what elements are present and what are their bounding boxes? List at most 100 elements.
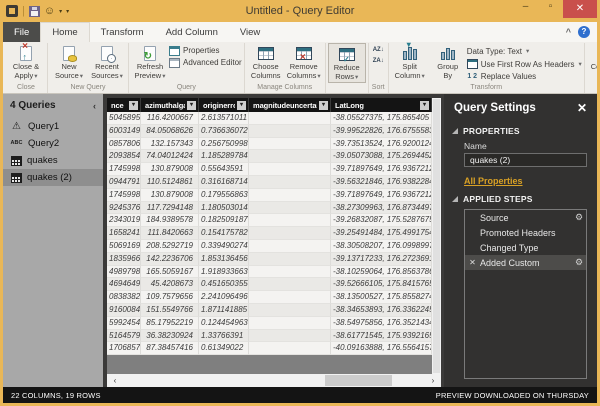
close-button[interactable]: ✕ (563, 0, 597, 18)
table-cell[interactable]: -39.05073088, 175.2694452 (331, 150, 432, 163)
table-cell[interactable]: 1745998 (107, 189, 141, 202)
table-cell[interactable]: -38.61771545, 175.9392165 (331, 330, 432, 343)
table-cell[interactable]: -38.10259064, 176.8563786 (331, 266, 432, 279)
choose-columns-button[interactable]: Choose Columns (247, 43, 285, 80)
table-row[interactable]: 1745998130.8790080.179556863-39.71897649… (107, 189, 432, 202)
table-cell[interactable] (249, 202, 331, 215)
applied-step-promoted-headers[interactable]: ✕Promoted Headers (465, 225, 586, 240)
table-cell[interactable]: 0.339490274 (199, 240, 249, 253)
table-cell[interactable]: 117.7294148 (141, 202, 199, 215)
table-row[interactable]: 5069169208.52927190.339490274-38.3050820… (107, 240, 432, 253)
table-cell[interactable]: 184.9389578 (141, 214, 199, 227)
table-cell[interactable]: 4694649 (107, 278, 141, 291)
table-cell[interactable]: 74.04012424 (141, 150, 199, 163)
table-cell[interactable] (249, 150, 331, 163)
table-cell[interactable]: 1835966 (107, 253, 141, 266)
table-cell[interactable]: -39.13717233, 176.2723691 (331, 253, 432, 266)
table-cell[interactable]: -39.52666105, 175.8415765 (331, 278, 432, 291)
table-cell[interactable] (249, 112, 331, 125)
table-cell[interactable]: 1.180503014 (199, 202, 249, 215)
help-icon[interactable]: ? (578, 26, 590, 38)
column-header-originerror[interactable]: originerror▾ (199, 98, 249, 112)
table-cell[interactable]: -39.99522826, 176.6755583 (331, 125, 432, 138)
table-cell[interactable] (249, 189, 331, 202)
save-icon[interactable] (29, 6, 40, 17)
table-cell[interactable]: 0.61349022 (199, 342, 249, 355)
table-cell[interactable]: 110.5124861 (141, 176, 199, 189)
table-cell[interactable] (249, 227, 331, 240)
new-source-button[interactable]: New Source (50, 43, 88, 81)
table-cell[interactable]: 109.7579656 (141, 291, 199, 304)
collapse-ribbon-icon[interactable]: ^ (566, 27, 571, 37)
sidebar-item-query2[interactable]: ABCQuery2 (3, 135, 103, 152)
tab-file[interactable]: File (3, 22, 40, 42)
table-cell[interactable]: 1.185289784 (199, 150, 249, 163)
maximize-button[interactable]: ▫ (538, 0, 563, 15)
table-row[interactable]: 600314984.050686260.736636072-39.9952282… (107, 125, 432, 138)
properties-button[interactable]: Properties (169, 45, 242, 56)
table-cell[interactable]: 2.613571011 (199, 112, 249, 125)
table-cell[interactable]: -38.05527375, 175.865405 (331, 112, 432, 125)
sidebar-item-quakes-2-[interactable]: quakes (2) (3, 169, 103, 186)
minimize-button[interactable]: – (513, 0, 538, 15)
table-cell[interactable]: 0.154175782 (199, 227, 249, 240)
table-cell[interactable]: 116.4200667 (141, 112, 199, 125)
table-row[interactable]: 209385474.040124241.185289784-39.0507308… (107, 150, 432, 163)
column-header-magnitudeuncertainty[interactable]: magnitudeuncertainty▾ (249, 98, 331, 112)
applied-step-changed-type[interactable]: ✕Changed Type (465, 240, 586, 255)
step-settings-gear-icon[interactable]: ⚙ (572, 212, 586, 223)
table-cell[interactable]: 1658241 (107, 227, 141, 240)
table-cell[interactable]: 1.33766391 (199, 330, 249, 343)
table-cell[interactable]: 132.157343 (141, 138, 199, 151)
table-cell[interactable]: 0.451650355 (199, 278, 249, 291)
table-cell[interactable]: 1.871141885 (199, 304, 249, 317)
table-cell[interactable]: 1.853136456 (199, 253, 249, 266)
table-cell[interactable]: -40.09163888, 176.5564157 (331, 342, 432, 355)
properties-section-header[interactable]: PROPERTIES (444, 126, 597, 136)
smiley-dropdown-caret-icon[interactable]: ▾ (59, 8, 62, 15)
table-cell[interactable]: 2343019 (107, 214, 141, 227)
close-panel-icon[interactable]: ✕ (577, 102, 587, 114)
table-row[interactable]: 5045895116.42006672.613571011-38.0552737… (107, 112, 432, 125)
qat-customize-caret-icon[interactable]: ▾ (66, 8, 69, 15)
table-cell[interactable]: 0838382 (107, 291, 141, 304)
horizontal-scrollbar[interactable]: ‹ › (107, 374, 441, 387)
tab-home[interactable]: Home (40, 22, 89, 42)
table-cell[interactable]: 87.38457416 (141, 342, 199, 355)
table-row[interactable]: 2343019184.93895780.182509187-39.2683208… (107, 214, 432, 227)
table-cell[interactable] (249, 317, 331, 330)
scroll-right-arrow-icon[interactable]: › (425, 374, 441, 387)
vertical-scrollbar[interactable] (432, 98, 441, 374)
table-cell[interactable]: 45.4208673 (141, 278, 199, 291)
table-cell[interactable]: 165.5059167 (141, 266, 199, 279)
table-cell[interactable]: 4989798 (107, 266, 141, 279)
table-cell[interactable]: 1.918933663 (199, 266, 249, 279)
table-cell[interactable]: -39.25491484, 175.4991754 (331, 227, 432, 240)
table-cell[interactable]: 85.17952219 (141, 317, 199, 330)
sidebar-item-query1[interactable]: ⚠Query1 (3, 118, 103, 135)
column-header-azimuthalgap[interactable]: azimuthalgap▾ (141, 98, 199, 112)
advanced-editor-button[interactable]: Advanced Editor (169, 57, 242, 68)
remove-columns-button[interactable]: × Remove Columns (285, 43, 323, 81)
table-cell[interactable] (249, 125, 331, 138)
table-cell[interactable] (249, 266, 331, 279)
table-cell[interactable]: 130.879008 (141, 163, 199, 176)
table-cell[interactable]: 9245376 (107, 202, 141, 215)
combine-button[interactable]: + Combine (587, 43, 597, 81)
table-row[interactable]: 599245485.179522190.124454963-38.5497585… (107, 317, 432, 330)
group-by-button[interactable]: Group By (429, 43, 467, 80)
table-row[interactable]: 1658241111.84206630.154175782-39.2549148… (107, 227, 432, 240)
table-cell[interactable]: 0.182509187 (199, 214, 249, 227)
table-cell[interactable]: -39.73513524, 176.9200124 (331, 138, 432, 151)
table-cell[interactable]: 130.879008 (141, 189, 199, 202)
applied-step-source[interactable]: ✕Source⚙ (465, 210, 586, 225)
table-cell[interactable]: 0.316168714 (199, 176, 249, 189)
column-header-nce[interactable]: nce▾ (107, 98, 141, 112)
all-properties-link[interactable]: All Properties (444, 167, 597, 186)
table-cell[interactable]: 84.05068626 (141, 125, 199, 138)
feedback-smiley-icon[interactable]: ☺ (44, 6, 55, 17)
table-cell[interactable]: -38.34653893, 176.3362245 (331, 304, 432, 317)
table-cell[interactable] (249, 214, 331, 227)
table-cell[interactable] (249, 253, 331, 266)
filter-dropdown-icon[interactable]: ▾ (420, 101, 429, 110)
